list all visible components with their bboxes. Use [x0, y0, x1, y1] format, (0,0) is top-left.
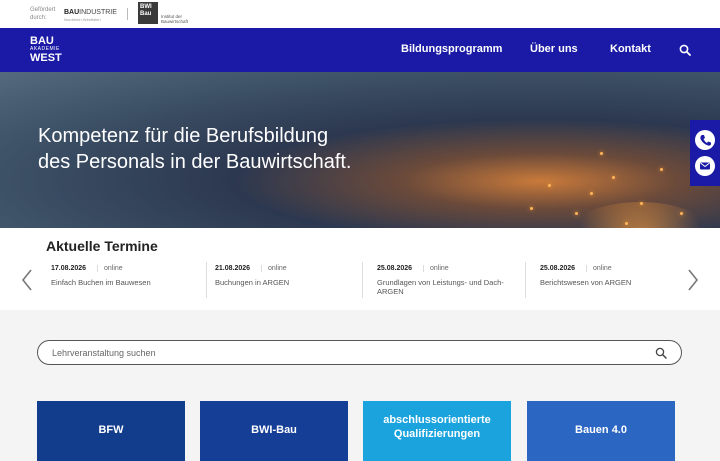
hero-spark [548, 184, 551, 187]
bauindustrie-logo-sub: Nordrhein-Westfalen [64, 17, 101, 22]
termin-date: 25.08.2026 [540, 265, 576, 272]
nav-item-ueber-uns[interactable]: Über uns [530, 43, 578, 55]
tile-abschlussorientierte-qualifizierungen[interactable]: abschlussorientierte Qualifizierungen [363, 401, 511, 461]
nav-item-bildungsprogramm[interactable]: Bildungsprogramm [401, 43, 502, 55]
hero-banner: Kompetenz für die Berufsbildung des Pers… [0, 72, 720, 228]
termin-mode: online [586, 265, 612, 272]
hero-headline-line2: des Personals in der Bauwirtschaft. [38, 151, 352, 173]
hero-spark [530, 207, 533, 210]
bwi-bau-logo-text: Institut der Bauwirtschaft [161, 14, 189, 24]
mail-icon [700, 162, 710, 170]
bwi-bau-logo[interactable]: BWI Bau [138, 2, 158, 24]
tile-label: BFW [98, 424, 124, 436]
phone-button[interactable] [695, 130, 715, 150]
mail-button[interactable] [695, 156, 715, 176]
bauindustrie-logo[interactable]: BAUINDUSTRIE Nordrhein-Westfalen [64, 9, 117, 22]
bauindustrie-logo-rest: INDUSTRIE [79, 9, 117, 16]
hero-spark [590, 192, 593, 195]
search-icon[interactable] [679, 44, 691, 56]
tile-bwi-bau[interactable]: BWI-Bau [200, 401, 348, 461]
hero-spark [625, 222, 628, 225]
termin-card[interactable]: 21.08.2026 online Buchungen in ARGEN [206, 262, 356, 298]
top-sponsor-bar: Gefördert durch: BAUINDUSTRIE Nordrhein-… [0, 0, 720, 28]
tile-label: Bauen 4.0 [575, 424, 627, 436]
termin-date: 21.08.2026 [215, 265, 251, 272]
hero-spark [612, 176, 615, 179]
tile-label: abschlussorientierte Qualifizierungen [383, 414, 491, 440]
course-search-input[interactable] [52, 346, 632, 360]
tile-label: BWI-Bau [251, 424, 297, 436]
termin-card[interactable]: 25.08.2026 online Grundlagen von Leistun… [362, 262, 512, 298]
termin-card[interactable]: 25.08.2026 online Berichtswesen von ARGE… [525, 262, 675, 298]
carousel-prev-icon[interactable] [20, 268, 34, 292]
hero-headline: Kompetenz für die Berufsbildung des Pers… [38, 123, 438, 175]
termin-title: Einfach Buchen im Bauwesen [51, 278, 151, 287]
termin-mode: online [423, 265, 449, 272]
bauindustrie-logo-bold: BAU [64, 9, 80, 16]
site-logo-top: BAU [30, 35, 54, 47]
logo-divider [127, 8, 128, 20]
termin-title: Grundlagen von Leistungs- und Dach-ARGEN [377, 278, 504, 296]
hero-spark [640, 202, 643, 205]
site-logo-bottom: WEST [30, 52, 62, 64]
site-logo[interactable]: BAU AKADEMIE WEST [30, 35, 62, 64]
termine-heading: Aktuelle Termine [46, 238, 158, 254]
termine-section: Aktuelle Termine 17.08.2026 online Einfa… [0, 228, 720, 310]
hero-spark [600, 152, 603, 155]
termin-date: 17.08.2026 [51, 265, 87, 272]
termin-mode: online [261, 265, 287, 272]
sponsor-label: Gefördert durch: [30, 7, 56, 21]
contact-sidebar [690, 120, 720, 186]
termin-title: Berichtswesen von ARGEN [540, 278, 632, 287]
hero-headline-line1: Kompetenz für die Berufsbildung [38, 125, 329, 147]
search-icon[interactable] [655, 347, 667, 359]
carousel-next-icon[interactable] [686, 268, 700, 292]
hero-spark [680, 212, 683, 215]
nav-item-kontakt[interactable]: Kontakt [610, 43, 651, 55]
course-search-box[interactable] [37, 340, 682, 365]
termin-mode: online [97, 265, 123, 272]
termin-title: Buchungen in ARGEN [215, 278, 290, 287]
hero-spark [575, 212, 578, 215]
tile-bauen-4-0[interactable]: Bauen 4.0 [527, 401, 675, 461]
termin-date: 25.08.2026 [377, 265, 413, 272]
phone-icon [700, 135, 711, 146]
main-navigation: BAU AKADEMIE WEST Bildungsprogramm Über … [0, 28, 720, 72]
tile-bfw[interactable]: BFW [37, 401, 185, 461]
hero-spark [660, 168, 663, 171]
termin-card[interactable]: 17.08.2026 online Einfach Buchen im Bauw… [43, 262, 193, 298]
hero-spark-glow [560, 202, 720, 228]
